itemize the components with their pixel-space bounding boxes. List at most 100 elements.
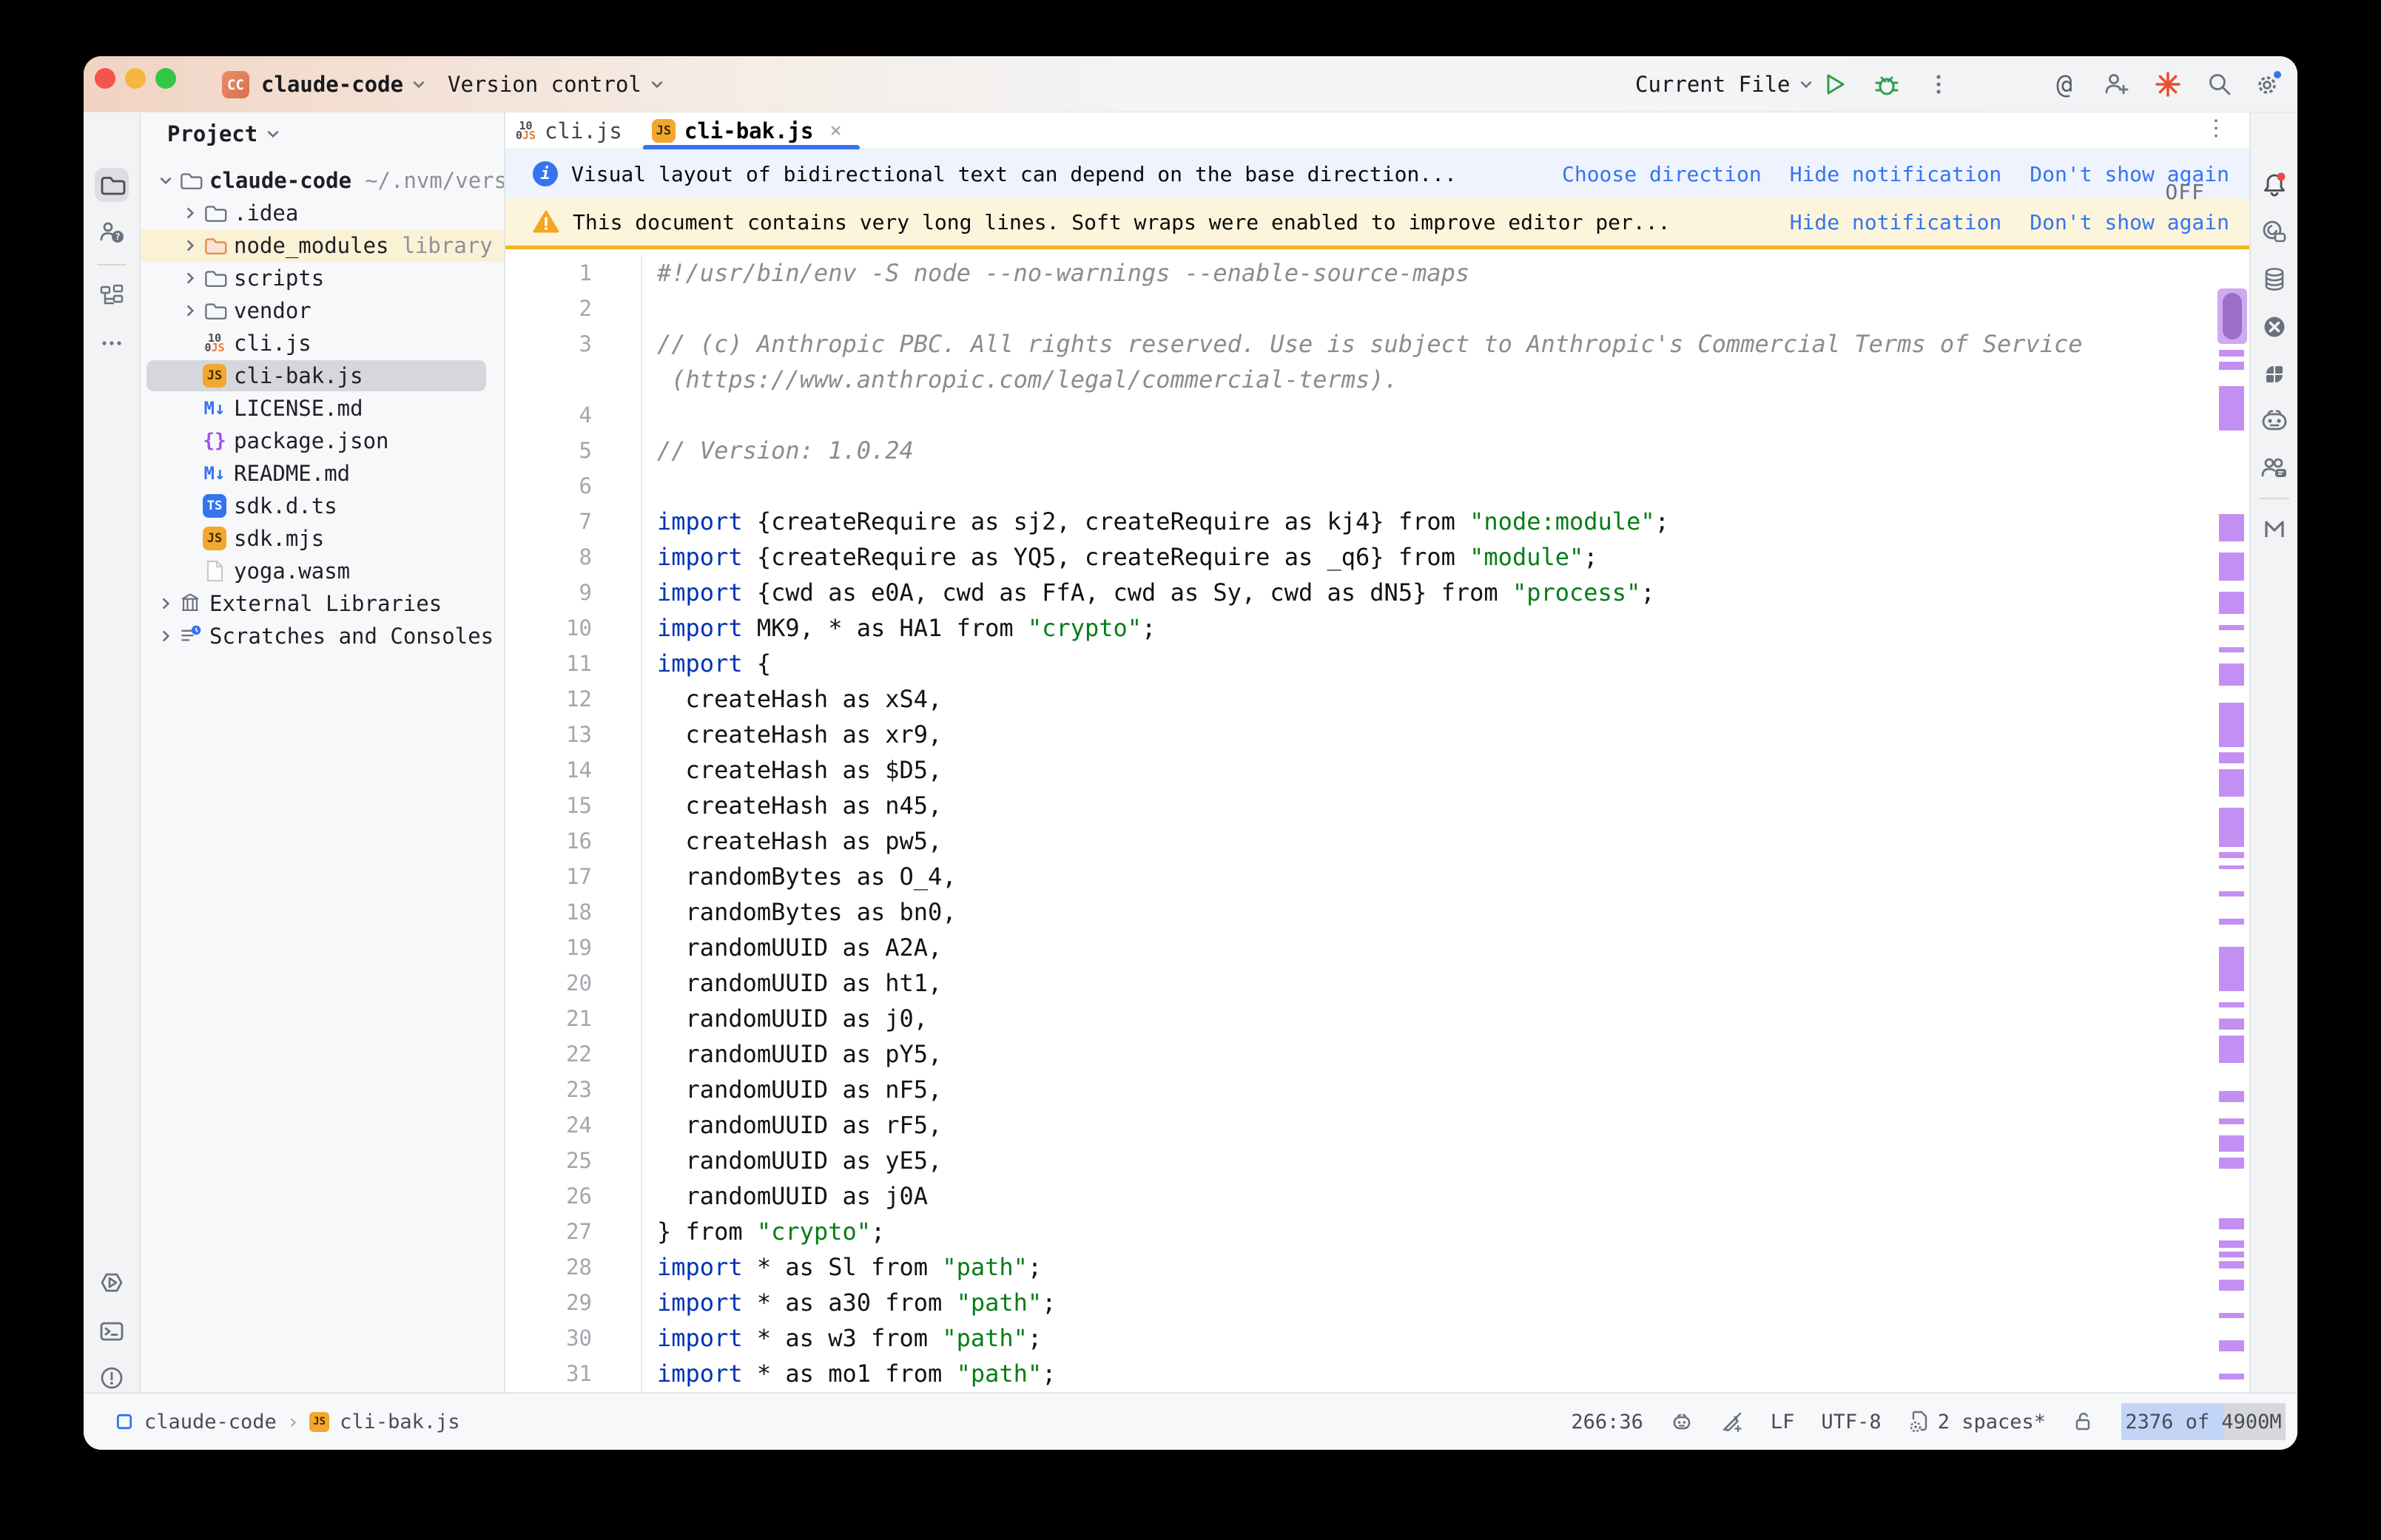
m-plugin-icon[interactable] xyxy=(2257,513,2291,547)
code-line-22[interactable]: 22 randomUUID as pY5, xyxy=(505,1036,2249,1072)
code-line-11[interactable]: 11import { xyxy=(505,646,2249,681)
project-panel-header[interactable]: Project xyxy=(141,112,504,155)
code-line-wrap[interactable]: (https://www.anthropic.com/legal/commerc… xyxy=(505,362,2249,397)
code-line-4[interactable]: 4 xyxy=(505,397,2249,433)
banner-action-hide-notification[interactable]: Hide notification xyxy=(1790,210,2002,234)
code-line-9[interactable]: 9import {cwd as e0A, cwd as FfA, cwd as … xyxy=(505,575,2249,610)
code-line-8[interactable]: 8import {createRequire as YQ5, createReq… xyxy=(505,539,2249,575)
tree-row-sdk-d-ts[interactable]: TSsdk.d.ts xyxy=(141,490,504,522)
code-line-2[interactable]: 2 xyxy=(505,291,2249,326)
code-line-3[interactable]: 3// (c) Anthropic PBC. All rights reserv… xyxy=(505,326,2249,362)
code-line-15[interactable]: 15 createHash as n45, xyxy=(505,788,2249,823)
chevron-right-icon[interactable] xyxy=(178,237,202,254)
tab-options-kebab-icon[interactable]: ⋮ xyxy=(2205,115,2227,141)
chevron-down-icon[interactable] xyxy=(153,172,178,189)
tree-row--idea[interactable]: .idea xyxy=(141,197,504,229)
structure-icon[interactable] xyxy=(95,279,129,313)
code-line-19[interactable]: 19 randomUUID as A2A, xyxy=(505,930,2249,965)
tab-cli-js[interactable]: 100JScli.js xyxy=(505,112,641,149)
run-configuration-selector[interactable]: Current File xyxy=(1635,56,1814,112)
project-widget[interactable]: claude-code xyxy=(261,56,427,112)
database-icon[interactable] xyxy=(2257,263,2291,297)
debug-button[interactable] xyxy=(1869,67,1905,102)
tree-row-cli-bak-js[interactable]: JScli-bak.js xyxy=(141,359,504,392)
code-line-25[interactable]: 25 randomUUID as yE5, xyxy=(505,1143,2249,1178)
settings-gear-icon[interactable] xyxy=(2250,67,2286,102)
code-line-26[interactable]: 26 randomUUID as j0A xyxy=(505,1178,2249,1214)
code-line-23[interactable]: 23 randomUUID as nF5, xyxy=(505,1072,2249,1107)
indent-widget[interactable]: 2 spaces* xyxy=(1908,1409,2046,1434)
more-tools-icon[interactable] xyxy=(95,326,129,360)
tree-row-node-modules[interactable]: node_moduleslibrary xyxy=(141,229,504,262)
bell-notifications-icon[interactable] xyxy=(2257,168,2291,202)
banner-action-hide-notification[interactable]: Hide notification xyxy=(1790,162,2002,186)
circle-x-plugin-icon[interactable] xyxy=(2257,310,2291,344)
code-line-20[interactable]: 20 randomUUID as ht1, xyxy=(505,965,2249,1001)
code-editor[interactable]: 1#!/usr/bin/env -S node --no-warnings --… xyxy=(505,249,2249,1392)
users-chat-icon[interactable] xyxy=(2257,452,2291,486)
code-line-5[interactable]: 5// Version: 1.0.24 xyxy=(505,433,2249,468)
tree-row-license-md[interactable]: M↓LICENSE.md xyxy=(141,392,504,425)
search-everywhere-icon[interactable] xyxy=(2202,67,2237,102)
pinwheel-plugin-icon[interactable] xyxy=(2257,357,2291,391)
code-line-21[interactable]: 21 randomUUID as j0, xyxy=(505,1001,2249,1036)
code-line-16[interactable]: 16 createHash as pw5, xyxy=(505,823,2249,859)
chevron-right-icon[interactable] xyxy=(178,303,202,319)
tree-row-sdk-mjs[interactable]: JSsdk.mjs xyxy=(141,522,504,555)
line-separator-widget[interactable]: LF xyxy=(1771,1411,1795,1433)
tree-row-readme-md[interactable]: M↓README.md xyxy=(141,457,504,490)
problems-icon[interactable] xyxy=(95,1361,129,1395)
read-only-unlock-icon[interactable] xyxy=(2072,1410,2095,1433)
app-logo-badge[interactable]: CC xyxy=(222,71,249,98)
tree-row-claude-code[interactable]: claude-code~/.nvm/vers xyxy=(141,164,504,197)
code-line-6[interactable]: 6 xyxy=(505,468,2249,504)
editor-scrollbar[interactable] xyxy=(2217,249,2247,1392)
code-line-27[interactable]: 27} from "crypto"; xyxy=(505,1214,2249,1249)
code-line-31[interactable]: 31import * as mo1 from "path"; xyxy=(505,1356,2249,1391)
breadcrumb-project[interactable]: claude-code xyxy=(144,1411,277,1433)
chevron-right-icon[interactable] xyxy=(178,205,202,221)
tree-row-cli-js[interactable]: 100JScli.js xyxy=(141,327,504,359)
code-line-29[interactable]: 29import * as a30 from "path"; xyxy=(505,1285,2249,1320)
minimize-window-button[interactable] xyxy=(125,68,146,89)
caret-position-widget[interactable]: 266:36 xyxy=(1571,1411,1643,1433)
tab-cli-bak-js[interactable]: JScli-bak.js× xyxy=(641,112,861,149)
banner-action-don-t-show-again[interactable]: Don't show again xyxy=(2030,210,2229,234)
no-inspections-pencil-icon[interactable] xyxy=(1720,1410,1744,1433)
robot-assistant-icon[interactable] xyxy=(2257,405,2291,439)
code-line-14[interactable]: 14 createHash as $D5, xyxy=(505,752,2249,788)
tree-row-vendor[interactable]: vendor xyxy=(141,294,504,327)
encoding-widget[interactable]: UTF-8 xyxy=(1821,1411,1881,1433)
robot-widget-icon[interactable] xyxy=(1670,1410,1694,1433)
code-line-12[interactable]: 12 createHash as xS4, xyxy=(505,681,2249,717)
banner-action-choose-direction[interactable]: Choose direction xyxy=(1562,162,1762,186)
code-line-28[interactable]: 28import * as Sl from "path"; xyxy=(505,1249,2249,1285)
mentions-at-icon[interactable]: @ xyxy=(2047,67,2082,102)
chevron-right-icon[interactable] xyxy=(178,270,202,286)
code-line-7[interactable]: 7import {createRequire as sj2, createReq… xyxy=(505,504,2249,539)
tree-row-scratches-and-consoles[interactable]: Scratches and Consoles xyxy=(141,620,504,652)
services-run-icon[interactable] xyxy=(95,1266,129,1300)
tree-row-external-libraries[interactable]: External Libraries xyxy=(141,587,504,620)
close-tab-icon[interactable]: × xyxy=(829,119,841,142)
code-line-17[interactable]: 17 randomBytes as O_4, xyxy=(505,859,2249,894)
project-folder-icon[interactable] xyxy=(95,168,129,202)
tree-row-package-json[interactable]: {}package.json xyxy=(141,425,504,457)
breadcrumb-file[interactable]: cli-bak.js xyxy=(340,1411,460,1433)
add-user-icon[interactable] xyxy=(2098,67,2134,102)
pull-requests-icon[interactable]: ? xyxy=(95,215,129,249)
run-button[interactable] xyxy=(1817,67,1853,102)
tree-row-yoga-wasm[interactable]: yoga.wasm xyxy=(141,555,504,587)
zoom-window-button[interactable] xyxy=(155,68,176,89)
code-line-13[interactable]: 13 createHash as xr9, xyxy=(505,717,2249,752)
code-line-30[interactable]: 30import * as w3 from "path"; xyxy=(505,1320,2249,1356)
chevron-right-icon[interactable] xyxy=(153,595,178,612)
vcs-widget[interactable]: Version control xyxy=(448,56,665,112)
memory-indicator[interactable]: 2376 of 4900M xyxy=(2121,1403,2286,1440)
chevron-right-icon[interactable] xyxy=(153,628,178,644)
close-window-button[interactable] xyxy=(95,68,115,89)
code-line-1[interactable]: 1#!/usr/bin/env -S node --no-warnings --… xyxy=(505,255,2249,291)
terminal-icon[interactable] xyxy=(95,1314,129,1348)
ai-assistant-star-icon[interactable] xyxy=(2150,67,2186,102)
more-actions-kebab-icon[interactable] xyxy=(1921,67,1956,102)
